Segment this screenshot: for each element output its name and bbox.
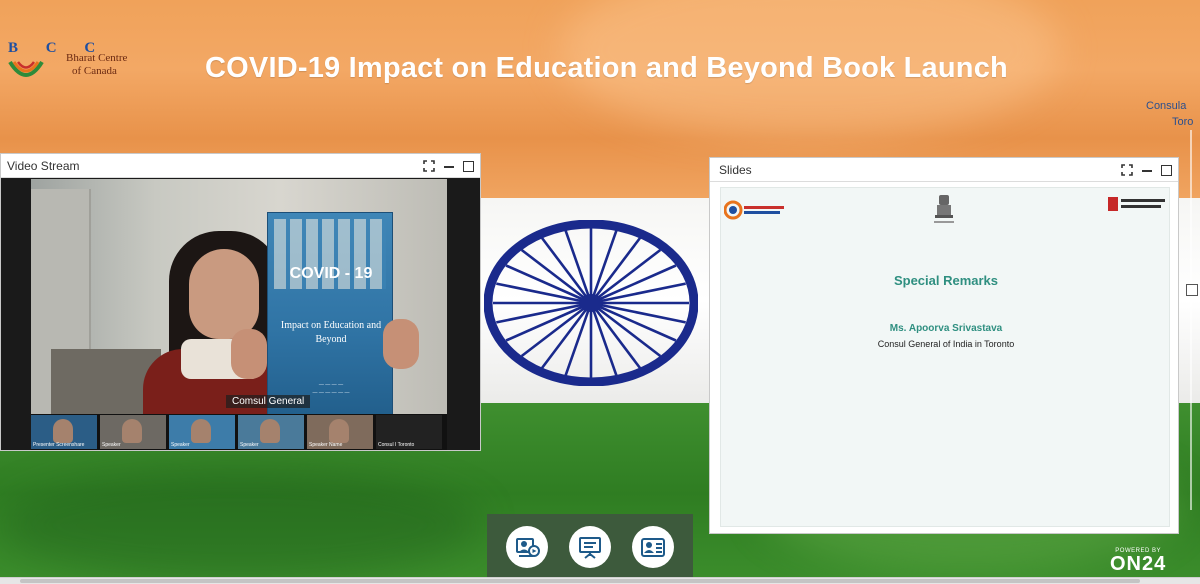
flag-shadow <box>0 470 480 580</box>
ucw-logo <box>1108 197 1165 211</box>
logo-name-line2: of Canada <box>72 65 117 77</box>
participant-thumbnail[interactable]: Speaker Name <box>307 415 373 449</box>
event-title: COVID-19 Impact on Education and Beyond … <box>205 52 1008 84</box>
fullscreen-icon[interactable] <box>1121 164 1133 176</box>
corner-text: Consula Toro <box>1146 98 1193 130</box>
corner-text-line2: Toro <box>1172 116 1194 128</box>
scrollbar-thumb[interactable] <box>20 579 1140 583</box>
powered-by-on24: POWERED BY ON24 <box>1110 548 1166 574</box>
slides-button[interactable] <box>569 526 611 568</box>
slide-speaker-role: Consul General of India in Toronto <box>877 339 1015 349</box>
video-player[interactable]: COVID - 19 Impact on Education and Beyon… <box>31 179 447 431</box>
maximize-icon[interactable] <box>463 160 474 172</box>
slides-widget-controls <box>1121 162 1172 178</box>
slide-speaker-name: Ms. Apoorva Srivastava <box>889 323 1003 334</box>
presenter-hand <box>383 319 419 369</box>
minimize-icon[interactable] <box>1141 164 1153 176</box>
participant-thumbnail[interactable]: Speaker <box>100 415 166 449</box>
participant-caption: Consul I Toronto <box>378 442 415 448</box>
media-player-button[interactable] <box>506 526 548 568</box>
bcc-logo: B C C Bharat Centre of Canada <box>4 38 164 94</box>
speaker-bio-icon <box>641 538 665 557</box>
slides-presentation-icon <box>579 537 601 559</box>
logo-arc-icon <box>8 60 44 77</box>
video-widget-titlebar[interactable]: Video Stream <box>1 154 480 178</box>
logo-name-line1: Bharat Centre <box>66 52 128 64</box>
slides-widget[interactable]: Slides Special Remarks Ms. Apoorva Sriva… <box>709 157 1179 534</box>
book-subtitle: Impact on Education and Beyond <box>280 320 382 345</box>
resize-guide <box>1190 130 1192 510</box>
video-widget-controls <box>423 158 474 174</box>
slide-heading: Special Remarks <box>893 273 999 288</box>
book-cover: COVID - 19 Impact on Education and Beyon… <box>267 212 393 417</box>
horizontal-scrollbar[interactable] <box>0 577 1200 584</box>
minimize-icon[interactable] <box>443 160 455 172</box>
national-emblem-icon <box>934 195 954 223</box>
maximize-icon[interactable] <box>1161 164 1172 176</box>
participant-thumbnail[interactable]: Speaker <box>169 415 235 449</box>
participant-thumbnail[interactable]: Presenter Screenshare <box>31 415 97 449</box>
widget-dock <box>487 514 693 580</box>
logo-name: Bharat Centre of Canada <box>66 52 127 78</box>
participant-thumbnail[interactable]: Speaker <box>238 415 304 449</box>
presenter-hand <box>231 329 267 379</box>
book-title: COVID - 19 <box>289 265 373 282</box>
slides-widget-titlebar[interactable]: Slides <box>710 158 1178 182</box>
ashoka-chakra-icon <box>484 220 698 386</box>
participant-caption: Speaker Name <box>309 442 343 448</box>
video-stream-widget[interactable]: Video Stream COVID - 19 Impact on Educat… <box>0 153 481 451</box>
media-player-icon <box>516 538 540 557</box>
speaker-name-label: Comsul General <box>226 395 311 408</box>
participant-thumbnail[interactable]: Consul I Toronto <box>376 415 442 449</box>
fullscreen-icon[interactable] <box>423 160 435 172</box>
on24-logo: ON24 <box>1110 553 1167 575</box>
presenter-face <box>189 249 259 339</box>
participant-caption: Speaker <box>102 442 121 448</box>
participant-thumbnails: Presenter Screenshare Speaker Speaker Speak… <box>31 414 447 450</box>
video-widget-title: Video Stream <box>7 159 80 173</box>
slides-widget-title: Slides <box>719 163 752 177</box>
bcc-slide-logo <box>724 200 784 220</box>
participant-caption: Presenter Screenshare <box>33 442 85 448</box>
resize-handle[interactable] <box>1186 284 1198 296</box>
corner-text-line1: Consula <box>1146 100 1187 112</box>
speaker-bio-button[interactable] <box>632 526 674 568</box>
participant-caption: Speaker <box>171 442 190 448</box>
participant-caption: Speaker <box>240 442 259 448</box>
slide-content: Special Remarks Ms. Apoorva Srivastava C… <box>720 187 1170 527</box>
